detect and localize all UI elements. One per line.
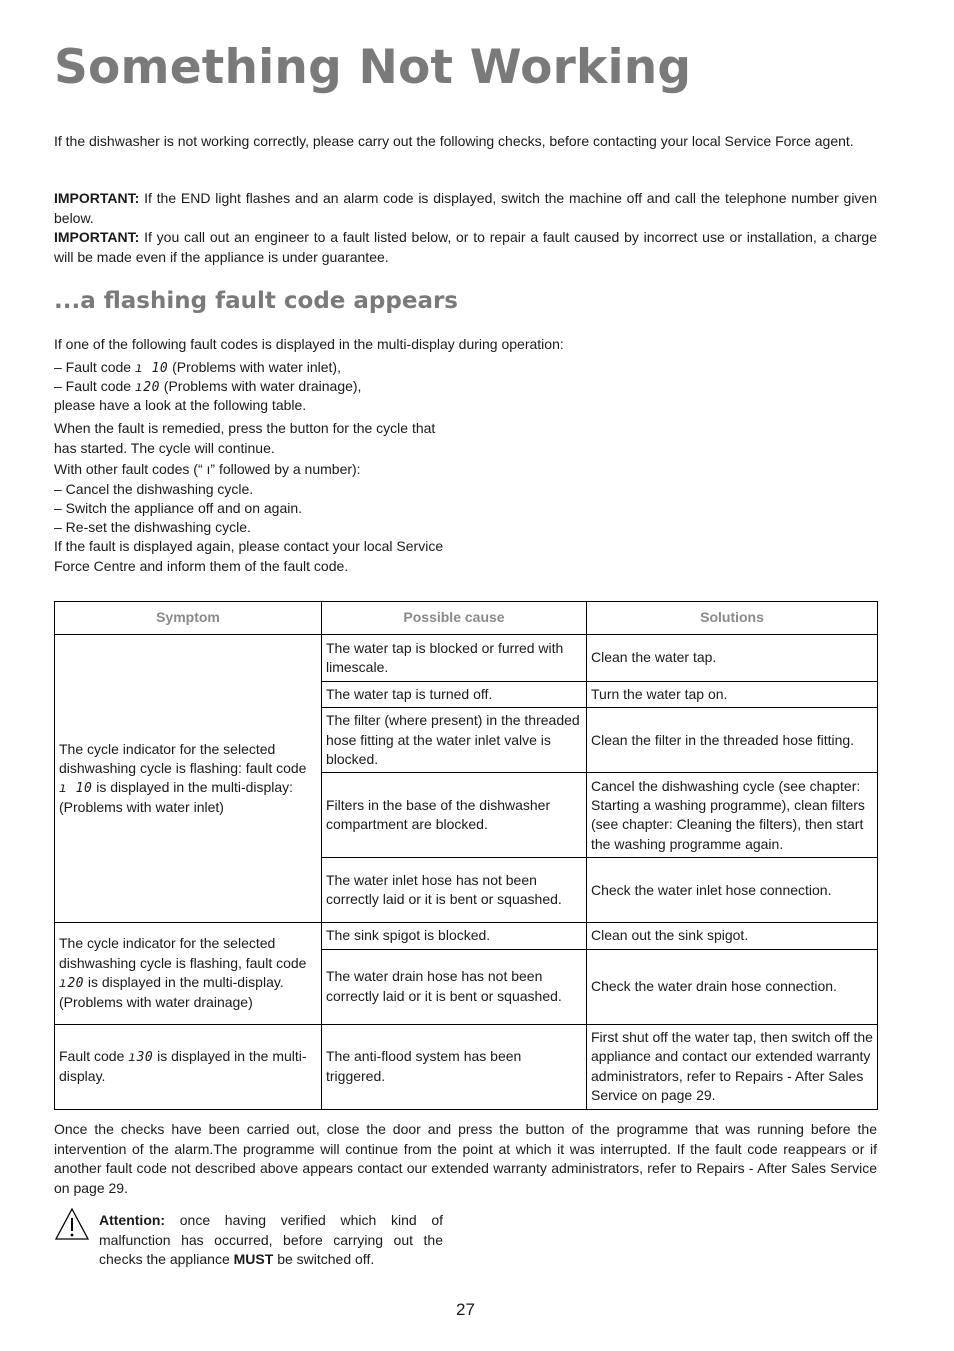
table-row: The cycle indicator for the selected dis… <box>54 922 878 1025</box>
important-notice-1: IMPORTANT: If the END light flashes and … <box>54 189 877 228</box>
fault-list-prefix: – Fault code <box>54 378 135 394</box>
warning-triangle-icon <box>54 1207 90 1240</box>
cause-cell: The sink spigot is blocked. <box>321 922 587 950</box>
step-item: – Cancel the dishwashing cycle. <box>54 481 254 497</box>
cause-cell: The water inlet hose has not been correc… <box>321 857 587 924</box>
fault-list-suffix: (Problems with water inlet), <box>168 359 341 375</box>
cause-cell: The water tap is turned off. <box>321 680 587 709</box>
symptom-cell: The cycle indicator for the selected dis… <box>54 633 322 924</box>
symptom-text: is displayed in the multi-display: (Prob… <box>59 779 294 816</box>
section-intro: If one of the following fault codes is d… <box>54 336 564 352</box>
table-row: Fault code ı30 is displayed in the multi… <box>54 1023 878 1110</box>
fault-code-display: ı 10 <box>59 781 93 797</box>
solution-cell: Check the water inlet hose connection. <box>586 857 878 924</box>
symptom-text: is displayed in the multi-display. (Prob… <box>59 973 284 1011</box>
solution-cell: Clean out the sink spigot. <box>586 922 878 950</box>
section-title: ...a flashing fault code appears <box>54 288 458 314</box>
cause-cell: The water drain hose has not been correc… <box>321 948 587 1025</box>
page-title: Something Not Working <box>54 40 692 95</box>
attention-must: MUST <box>233 1251 274 1267</box>
after-table-paragraph: Once the checks have been carried out, c… <box>54 1121 877 1196</box>
solution-cell: Check the water drain hose connection. <box>586 948 878 1025</box>
solution-cell: Clean the water tap. <box>586 634 878 682</box>
intro-paragraph: If the dishwasher is not working correct… <box>54 133 854 149</box>
attention-text: Attention: once having verified which ki… <box>99 1211 443 1270</box>
fault-code-display: ı 10 <box>134 361 169 376</box>
step-item: – Re-set the dishwashing cycle. <box>54 519 251 535</box>
page-number: 27 <box>456 1300 475 1319</box>
header-possible-cause: Possible cause <box>321 601 587 635</box>
symptom-text: The cycle indicator for the selected dis… <box>59 935 307 971</box>
important-text: If the END light flashes and an alarm co… <box>54 190 877 226</box>
step-item: – Switch the appliance off and on again. <box>54 500 303 516</box>
solution-cell: Clean the filter in the threaded hose fi… <box>586 707 878 774</box>
remedied-text: When the fault is remedied, press the bu… <box>54 420 436 456</box>
table-row: The cycle indicator for the selected dis… <box>54 633 878 924</box>
header-symptom: Symptom <box>54 601 322 635</box>
symptom-text: The cycle indicator for the selected dis… <box>59 740 307 776</box>
if-again-text: If the fault is displayed again, please … <box>54 538 444 574</box>
fault-code-display: ı20 <box>134 380 160 395</box>
cause-cell: The filter (where present) in the thread… <box>321 707 587 774</box>
other-codes-text: With other fault codes (“ ı” followed by… <box>54 461 361 477</box>
symptom-text: Fault code <box>59 1047 129 1064</box>
look-table-text: please have a look at the following tabl… <box>54 397 307 413</box>
symptom-cell: Fault code ı30 is displayed in the multi… <box>54 1023 322 1110</box>
fault-list-item: – Fault code ı20 (Problems with water dr… <box>54 377 654 398</box>
fault-list-item: – Fault code ı 10 (Problems with water i… <box>54 358 654 379</box>
table-header-row: Symptom Possible cause Solutions <box>54 601 878 635</box>
symptom-cell: The cycle indicator for the selected dis… <box>54 922 322 1025</box>
fault-list-prefix: – Fault code <box>54 359 135 375</box>
fault-table: Symptom Possible cause Solutions The cyc… <box>54 601 878 1110</box>
solution-cell: Cancel the dishwashing cycle (see chapte… <box>586 772 878 859</box>
important-notice-2: IMPORTANT: If you call out an engineer t… <box>54 228 877 267</box>
attention-label: Attention: <box>99 1212 166 1228</box>
cause-cell: Filters in the base of the dishwasher co… <box>321 772 587 859</box>
important-text: If you call out an engineer to a fault l… <box>54 229 877 265</box>
attention-body: be switched off. <box>273 1251 375 1267</box>
header-solutions: Solutions <box>586 601 878 635</box>
solution-cell: Turn the water tap on. <box>586 680 878 709</box>
important-label: IMPORTANT: <box>54 190 140 206</box>
solution-cell: First shut off the water tap, then switc… <box>586 1023 878 1110</box>
fault-code-display: ı20 <box>59 975 84 991</box>
fault-list-suffix: (Problems with water drainage), <box>159 378 362 394</box>
fault-code-display: ı30 <box>128 1049 154 1065</box>
cause-cell: The water tap is blocked or furred with … <box>321 634 587 682</box>
important-label: IMPORTANT: <box>54 229 140 245</box>
cause-cell: The anti-flood system has been triggered… <box>321 1023 587 1110</box>
